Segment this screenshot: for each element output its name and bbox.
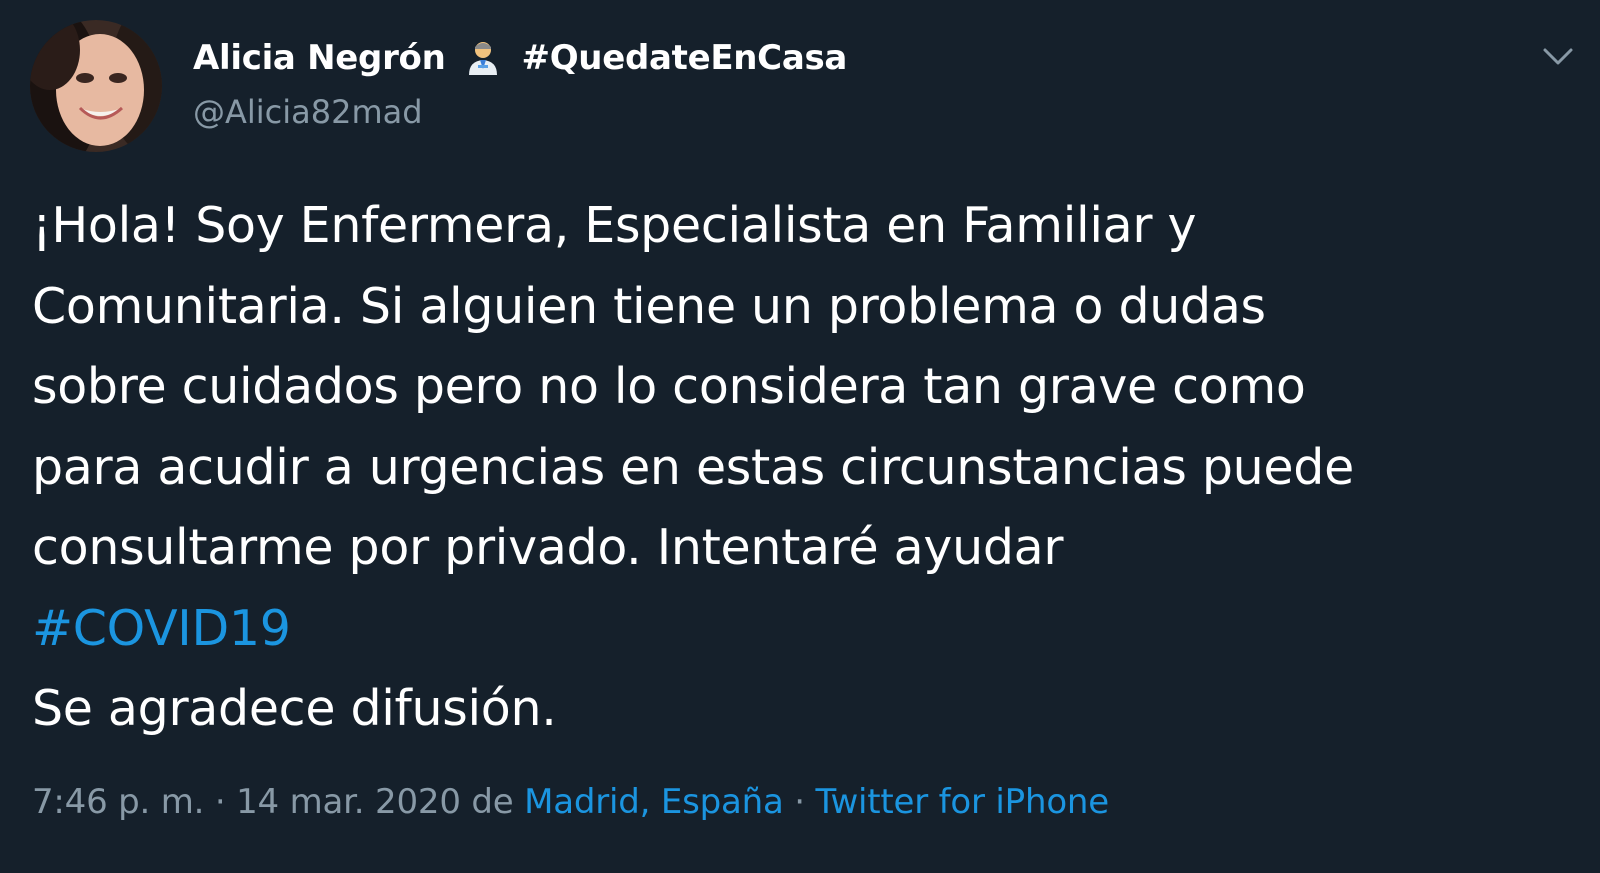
health-worker-icon: [466, 39, 500, 77]
tweet-closing-line: Se agradece difusión.: [32, 680, 557, 737]
tweet-line: ¡Hola! Soy Enfermera, Especialista en Fa…: [32, 197, 1197, 254]
name-hashtag: #QuedateEnCasa: [521, 38, 848, 78]
tweet-line: consultarme por privado. Intentaré ayuda…: [32, 519, 1064, 576]
user-handle[interactable]: @Alicia82mad: [193, 93, 423, 131]
display-name[interactable]: Alicia Negrón #QuedateEnCasa: [193, 38, 847, 78]
tweet-line: sobre cuidados pero no lo considera tan …: [32, 358, 1306, 415]
tweet-time[interactable]: 7:46 p. m.: [32, 782, 204, 822]
meta-from: de: [460, 782, 525, 822]
source-link[interactable]: Twitter for iPhone: [816, 782, 1110, 822]
tweet-date[interactable]: 14 mar. 2020: [236, 782, 461, 822]
hashtag-link[interactable]: #COVID19: [32, 589, 1572, 670]
tweet-line: para acudir a urgencias en estas circuns…: [32, 438, 1354, 496]
tweet-line: Comunitaria. Si alguien tiene un problem…: [32, 277, 1266, 335]
meta-separator: ·: [204, 782, 237, 822]
tweet-metadata: 7:46 p. m. · 14 mar. 2020 de Madrid, Esp…: [32, 782, 1109, 822]
location-link[interactable]: Madrid, España: [524, 782, 784, 822]
author-name: Alicia Negrón: [193, 38, 446, 78]
meta-separator: ·: [783, 782, 816, 822]
tweet-body: ¡Hola! Soy Enfermera, Especialista en Fa…: [32, 186, 1572, 750]
profile-photo: [30, 20, 162, 152]
avatar[interactable]: [30, 20, 162, 152]
chevron-down-icon[interactable]: [1535, 42, 1581, 72]
